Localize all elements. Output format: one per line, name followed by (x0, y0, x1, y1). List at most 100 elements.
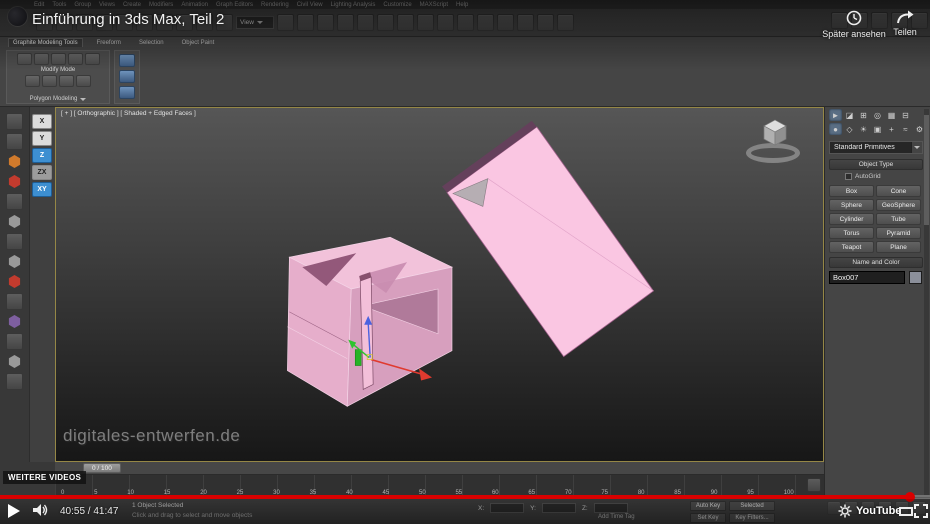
mirror-icon[interactable] (377, 14, 394, 31)
play-button[interactable] (8, 504, 20, 518)
menu-item-customize[interactable]: Customize (383, 2, 411, 8)
menu-item-create[interactable]: Create (123, 2, 141, 8)
tab-graphite-modeling-tools[interactable]: Graphite Modeling Tools (8, 38, 83, 47)
hexagon-tool-icon[interactable] (8, 275, 21, 288)
next-mod-icon[interactable] (42, 75, 57, 87)
menu-item-modifiers[interactable]: Modifiers (149, 2, 173, 8)
utilities-tab-icon[interactable]: ⊟ (899, 109, 912, 121)
hexagon-tool-icon[interactable] (8, 355, 21, 368)
viewport-label[interactable]: [ + ] [ Orthographic ] [ Shaded + Edged … (61, 110, 196, 117)
autogrid-checkbox[interactable] (845, 173, 852, 180)
reference-coordinate-dropdown[interactable]: View (236, 16, 274, 29)
hexagon-tool-icon[interactable] (8, 315, 21, 328)
menu-item-lighting-analysis[interactable]: Lighting Analysis (331, 2, 376, 8)
watch-later-button[interactable]: Später ansehen (818, 10, 890, 39)
align-icon[interactable] (397, 14, 414, 31)
axis-z-button[interactable]: Z (32, 148, 52, 163)
object-name-field[interactable] (829, 271, 905, 284)
polygon-mode-icon[interactable] (67, 53, 83, 65)
mini-curve-editor-icon[interactable] (807, 478, 821, 492)
modeling-tool-icon[interactable] (6, 113, 23, 130)
geometry-category-icon[interactable]: ● (829, 123, 842, 135)
settings-gear-icon[interactable] (838, 504, 852, 518)
menu-item-civil-view[interactable]: Civil View (297, 2, 323, 8)
snap-toggle-icon[interactable] (297, 14, 314, 31)
tube-button[interactable]: Tube (876, 213, 921, 225)
menu-item-maxscript[interactable]: MAXScript (420, 2, 448, 8)
youtube-logo[interactable]: YouTube (856, 505, 901, 517)
menu-item-group[interactable]: Group (74, 2, 91, 8)
video-title[interactable]: Einführung in 3ds Max, Teil 2 (32, 11, 224, 28)
menu-item-tools[interactable]: Tools (52, 2, 66, 8)
helpers-category-icon[interactable]: + (885, 123, 898, 135)
tab-selection[interactable]: Selection (135, 39, 168, 47)
menu-item-help[interactable]: Help (456, 2, 468, 8)
geosphere-button[interactable]: GeoSphere (876, 199, 921, 211)
curve-editor-icon[interactable] (457, 14, 474, 31)
create-tab-icon[interactable]: ► (829, 109, 842, 121)
axis-y-button[interactable]: Y (32, 131, 52, 146)
track-bar[interactable]: 05 10 15 20 25 30 35 40 45 50 55 60 65 70 75 80… (55, 475, 824, 497)
window-tile-icon[interactable] (119, 54, 135, 67)
theater-mode-icon[interactable] (899, 507, 913, 516)
border-mode-icon[interactable] (50, 53, 66, 65)
more-videos-label[interactable]: WEITERE VIDEOS (3, 471, 87, 484)
ignore-backfacing-icon[interactable] (76, 75, 91, 87)
lights-category-icon[interactable]: ☀ (857, 123, 870, 135)
hierarchy-tab-icon[interactable]: ⊞ (857, 109, 870, 121)
schematic-view-icon[interactable] (477, 14, 494, 31)
use-pivot-icon[interactable] (277, 14, 294, 31)
torus-button[interactable]: Torus (829, 227, 874, 239)
modeling-tool-icon[interactable] (6, 293, 23, 310)
motion-tab-icon[interactable]: ◎ (871, 109, 884, 121)
time-slider-thumb[interactable]: 0 / 100 (83, 463, 121, 473)
viewport[interactable]: [ + ] [ Orthographic ] [ Shaded + Edged … (55, 107, 824, 462)
graphite-toggle-icon[interactable] (437, 14, 454, 31)
axis-xy-button[interactable]: XY (32, 182, 52, 197)
modeling-tool-icon[interactable] (6, 333, 23, 350)
box-button[interactable]: Box (829, 185, 874, 197)
modify-tab-icon[interactable]: ◪ (843, 109, 856, 121)
edit-named-selection-icon[interactable] (357, 14, 374, 31)
tab-freeform[interactable]: Freeform (93, 39, 125, 47)
render-frame-icon[interactable] (537, 14, 554, 31)
layer-manager-icon[interactable] (417, 14, 434, 31)
hexagon-tool-icon[interactable] (8, 255, 21, 268)
application-button-icon[interactable] (7, 6, 28, 27)
axis-x-button[interactable]: X (32, 114, 52, 129)
menu-item-views[interactable]: Views (99, 2, 115, 8)
polygon-modeling-caption[interactable]: Polygon Modeling (7, 96, 109, 102)
window-tile-icon[interactable] (119, 70, 135, 83)
cameras-category-icon[interactable]: ▣ (871, 123, 884, 135)
share-button[interactable]: Teilen (884, 10, 926, 37)
render-icon[interactable] (557, 14, 574, 31)
menu-item-edit[interactable]: Edit (34, 2, 44, 8)
pin-stack-icon[interactable] (25, 75, 40, 87)
modeling-tool-icon[interactable] (6, 373, 23, 390)
menu-item-graph-editors[interactable]: Graph Editors (216, 2, 253, 8)
primitive-category-dropdown[interactable]: Standard Primitives (829, 141, 923, 154)
hexagon-tool-icon[interactable] (8, 215, 21, 228)
menu-item-rendering[interactable]: Rendering (261, 2, 289, 8)
vertex-mode-icon[interactable] (16, 53, 32, 65)
object-color-swatch[interactable] (909, 271, 922, 284)
shapes-category-icon[interactable]: ◇ (843, 123, 856, 135)
show-end-result-icon[interactable] (59, 75, 74, 87)
cylinder-button[interactable]: Cylinder (829, 213, 874, 225)
modeling-tool-icon[interactable] (6, 233, 23, 250)
volume-icon[interactable] (32, 503, 50, 518)
window-tile-icon[interactable] (119, 86, 135, 99)
hexagon-tool-icon[interactable] (8, 155, 21, 168)
fullscreen-icon[interactable] (914, 504, 928, 518)
panel-scrollbar[interactable] (924, 109, 929, 495)
element-mode-icon[interactable] (84, 53, 100, 65)
tab-object-paint[interactable]: Object Paint (178, 39, 219, 47)
object-type-rollout[interactable]: Object Type (829, 159, 923, 170)
percent-snap-icon[interactable] (337, 14, 354, 31)
plane-button[interactable]: Plane (876, 241, 921, 253)
sphere-button[interactable]: Sphere (829, 199, 874, 211)
viewcube[interactable] (743, 116, 807, 168)
modeling-tool-icon[interactable] (6, 193, 23, 210)
hexagon-tool-icon[interactable] (8, 175, 21, 188)
axis-zx-button[interactable]: ZX (32, 165, 52, 180)
